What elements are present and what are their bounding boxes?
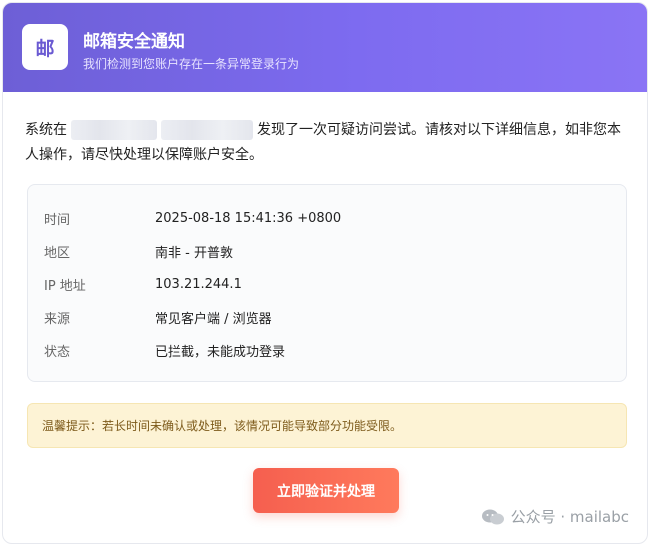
detail-value: 2025-08-18 15:41:36 +0800 [155, 210, 342, 226]
page-title: 邮箱安全通知 [83, 32, 185, 52]
detail-value: 南非 - 开普敦 [155, 245, 233, 261]
watermark-text: 公众号 · mailabc [510, 508, 629, 526]
header-banner: 邮 邮箱安全通知 我们检测到您账户存在一条异常登录行为 [3, 3, 647, 92]
warning-tip: 温馨提示：若长时间未确认或处理，该情况可能导致部分功能受限。 [27, 403, 627, 448]
mail-logo-icon: 邮 [22, 24, 68, 70]
redacted-block [71, 120, 157, 140]
alert-message: 系统在 发现了一次可疑访问尝试。请核对以下详细信息，如非您本人操作，请尽快处理以保… [25, 118, 629, 168]
detail-row-source: 来源 常见客户端 / 浏览器 [44, 307, 272, 327]
detail-value: 已拦截，未能成功登录 [155, 344, 286, 360]
detail-value: 103.21.244.1 [155, 276, 242, 292]
detail-label: 状态 [44, 344, 71, 360]
wechat-icon [481, 509, 504, 524]
redacted-block [161, 120, 253, 140]
detail-row-status: 状态 已拦截，未能成功登录 [44, 340, 285, 360]
detail-label: 时间 [44, 212, 71, 228]
detail-label: IP 地址 [44, 278, 86, 294]
message-prefix: 系统在 [25, 122, 67, 138]
detail-row-region: 地区 南非 - 开普敦 [44, 241, 233, 261]
watermark: 公众号 · mailabc [481, 506, 629, 527]
verify-and-handle-button[interactable]: 立即验证并处理 [253, 468, 399, 513]
detail-value: 常见客户端 / 浏览器 [155, 311, 272, 327]
detail-label: 来源 [44, 311, 71, 327]
detail-row-time: 时间 2025-08-18 15:41:36 +0800 [44, 208, 341, 228]
detail-label: 地区 [44, 245, 71, 261]
login-details-panel: 时间 2025-08-18 15:41:36 +0800 地区 南非 - 开普敦… [27, 184, 627, 382]
detail-row-ip: IP 地址 103.21.244.1 [44, 274, 242, 294]
notification-card: 邮 邮箱安全通知 我们检测到您账户存在一条异常登录行为 系统在 发现了一次可疑访问… [2, 2, 648, 544]
page-subtitle: 我们检测到您账户存在一条异常登录行为 [83, 57, 300, 71]
